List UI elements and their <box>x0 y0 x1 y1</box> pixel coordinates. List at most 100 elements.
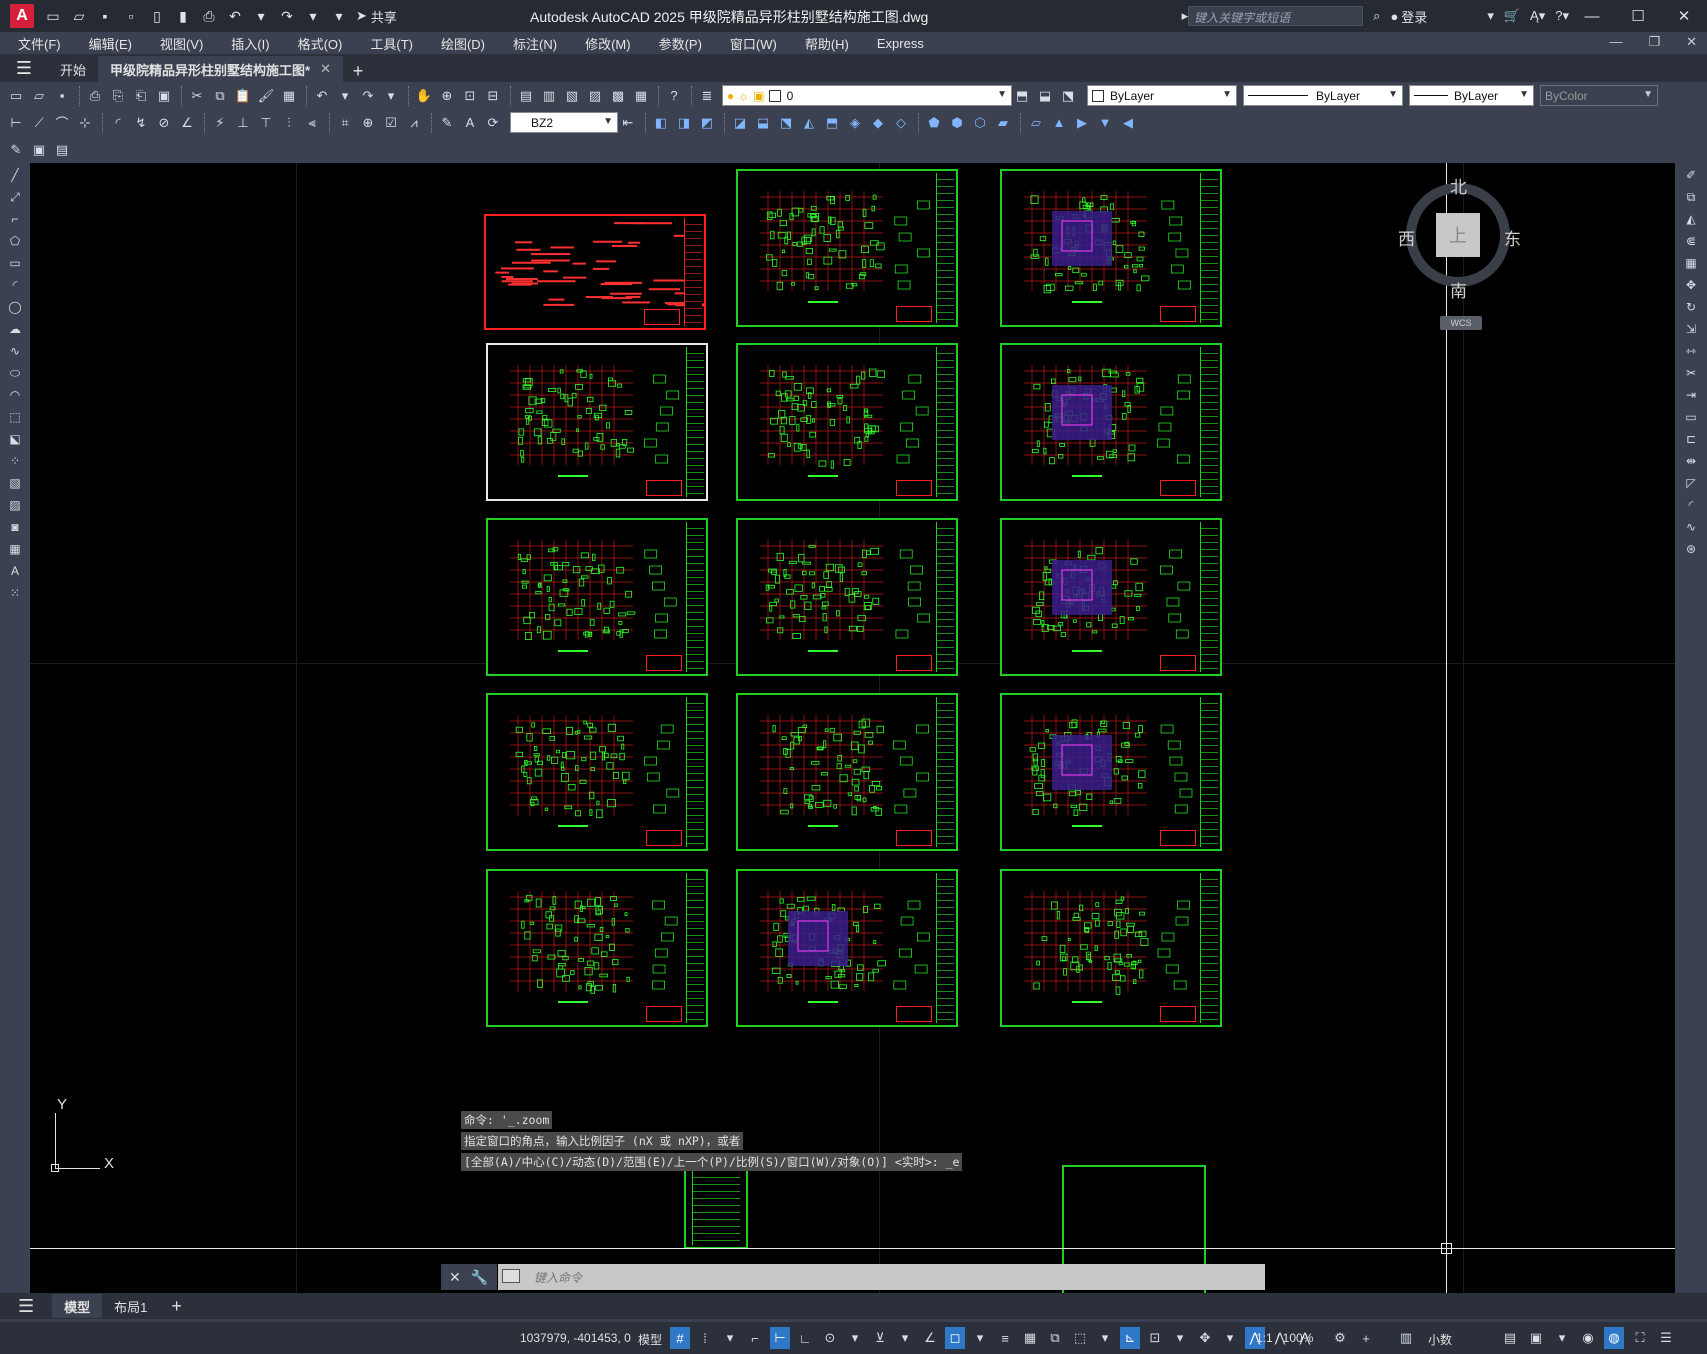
save-icon[interactable]: ▪ <box>94 5 116 27</box>
solid-edit-icon[interactable]: ▱ <box>1026 113 1046 133</box>
3d-sphere-icon[interactable]: ◪ <box>730 113 750 133</box>
tool-palettes-icon[interactable]: ▧ <box>562 86 582 106</box>
save-web-icon[interactable]: ▮ <box>172 5 194 27</box>
drawing-sheet[interactable] <box>484 214 706 330</box>
maximize-window-icon[interactable]: ☐ <box>1615 0 1661 32</box>
viewcube[interactable]: 上 北 南 西 东 WCS <box>1398 171 1521 330</box>
drawing-sheet[interactable] <box>736 869 958 1027</box>
plot-icon[interactable]: ⎙ <box>85 86 105 106</box>
viewcube-west[interactable]: 西 <box>1398 225 1415 250</box>
drawing-sheet[interactable] <box>1000 343 1222 501</box>
break-at-point-icon[interactable]: ▭ <box>1680 407 1702 427</box>
menu-dimension[interactable]: 标注(N) <box>513 34 557 53</box>
continue-dimension-icon[interactable]: ⊤ <box>256 113 276 133</box>
drawing-minimize-icon[interactable]: — <box>1609 34 1622 50</box>
undo-icon[interactable]: ↶ <box>312 86 332 106</box>
dimension-style-dropdown[interactable]: BZ2 ▼ <box>510 112 618 133</box>
circle-icon[interactable]: ◯ <box>4 297 26 317</box>
new-tab-icon[interactable]: + <box>343 61 373 82</box>
3d-pyramid-icon[interactable]: ◭ <box>799 113 819 133</box>
drawing-sheet[interactable] <box>736 343 958 501</box>
open-folder-icon[interactable]: ▱ <box>68 5 90 27</box>
multiline-text-icon[interactable]: A <box>4 561 26 581</box>
region-icon[interactable]: ◙ <box>4 517 26 537</box>
viewcube-south[interactable]: 南 <box>1450 277 1467 302</box>
plot-icon[interactable]: ⎙ <box>198 5 220 27</box>
3d-sweep-icon[interactable]: ◆ <box>868 113 888 133</box>
chamfer-icon[interactable]: ◸ <box>1680 473 1702 493</box>
drawing-sheet[interactable] <box>736 169 958 327</box>
redo-dropdown-icon[interactable]: ▾ <box>302 5 324 27</box>
center-mark-icon[interactable]: ⊕ <box>358 113 378 133</box>
menu-help[interactable]: 帮助(H) <box>805 34 849 53</box>
linetype-dropdown[interactable]: ByLayer ▼ <box>1243 85 1403 106</box>
drawing-restore-icon[interactable]: ❐ <box>1648 34 1660 50</box>
add-selected-icon[interactable]: ⁙ <box>4 583 26 603</box>
object-snap-dropdown-icon[interactable]: ▾ <box>970 1327 990 1349</box>
gizmo-dropdown-icon[interactable]: ▾ <box>1220 1327 1240 1349</box>
open-icon[interactable]: ▱ <box>29 86 49 106</box>
quick-properties-icon[interactable]: ▤ <box>1500 1327 1520 1349</box>
customization-icon[interactable]: ☰ <box>1656 1327 1676 1349</box>
line-icon[interactable]: ╱ <box>4 165 26 185</box>
3d-wedge-icon[interactable]: ◨ <box>674 113 694 133</box>
grid-icon[interactable]: # <box>670 1327 690 1349</box>
insert-block-icon[interactable]: ⬚ <box>4 407 26 427</box>
gizmo-icon[interactable]: ✥ <box>1195 1327 1215 1349</box>
trim-icon[interactable]: ✂ <box>1680 363 1702 383</box>
dimension-style-icon[interactable]: ⇤ <box>618 113 638 133</box>
radius-dimension-icon[interactable]: ◜ <box>108 113 128 133</box>
aligned-dimension-icon[interactable]: ⟋ <box>29 113 49 133</box>
make-block-icon[interactable]: ⬕ <box>4 429 26 449</box>
dimension-text-edit-icon[interactable]: A <box>460 113 480 133</box>
construction-line-icon[interactable]: ⤢ <box>4 187 26 207</box>
tolerance-icon[interactable]: ⌗ <box>335 113 355 133</box>
viewcube-east[interactable]: 东 <box>1504 225 1521 250</box>
drawing-sheet[interactable] <box>486 869 708 1027</box>
viewcube-top-face[interactable]: 上 <box>1436 213 1480 257</box>
menu-format[interactable]: 格式(O) <box>298 34 343 53</box>
polar-tracking-icon[interactable]: ⊙ <box>820 1327 840 1349</box>
save-as-icon[interactable]: ▫ <box>120 5 142 27</box>
explode-icon[interactable]: ⊛ <box>1680 539 1702 559</box>
selection-filter-icon[interactable]: ⊡ <box>1145 1327 1165 1349</box>
gradient-icon[interactable]: ▨ <box>4 495 26 515</box>
plotstyle-dropdown[interactable]: ByColor ▼ <box>1540 85 1658 106</box>
3d-revolve-icon[interactable]: ◈ <box>845 113 865 133</box>
close-window-icon[interactable]: ✕ <box>1661 0 1707 32</box>
scale-icon[interactable]: ⇲ <box>1680 319 1702 339</box>
layout-menu-icon[interactable]: ☰ <box>0 1294 52 1318</box>
point-icon[interactable]: ⁘ <box>4 451 26 471</box>
layer-dropdown[interactable]: ● ☼ ▣ 0 ▼ <box>722 85 1012 106</box>
ordinate-dimension-icon[interactable]: ⊹ <box>75 113 95 133</box>
linear-dimension-icon[interactable]: ⊢ <box>6 113 26 133</box>
hardware-acceleration-icon[interactable]: ◍ <box>1604 1327 1624 1349</box>
help-search-input[interactable]: 键入关键字或短语 <box>1188 6 1364 26</box>
login-dropdown-icon[interactable]: ▾ <box>1487 8 1494 24</box>
customize-qat-icon[interactable]: ▾ <box>328 5 350 27</box>
command-prompt-icon[interactable] <box>502 1269 520 1283</box>
add-layout-icon[interactable]: + <box>159 1294 194 1318</box>
arc-icon[interactable]: ◜ <box>4 275 26 295</box>
minimize-window-icon[interactable]: — <box>1569 0 1615 32</box>
menu-modify[interactable]: 修改(M) <box>585 34 631 53</box>
plot-preview-icon[interactable]: ⎘ <box>108 86 128 106</box>
clean-screen-icon[interactable]: ⛶ <box>1630 1327 1650 1349</box>
ellipse-arc-icon[interactable]: ◠ <box>4 385 26 405</box>
cart-icon[interactable]: 🛒 <box>1504 8 1520 24</box>
revision-cloud-icon[interactable]: ☁ <box>4 319 26 339</box>
copy-object-icon[interactable]: ⧉ <box>1680 187 1702 207</box>
drawing-close-icon[interactable]: ✕ <box>1686 34 1697 50</box>
undo-dropdown-icon[interactable]: ▾ <box>335 86 355 106</box>
cut-icon[interactable]: ✂ <box>187 86 207 106</box>
3d-torus-icon[interactable]: ⬔ <box>776 113 796 133</box>
share-button[interactable]: ➤ 共享 <box>356 7 397 26</box>
angular-dimension-icon[interactable]: ∠ <box>177 113 197 133</box>
annotation-scale-dropdown[interactable]: 1:1 / 100% <box>1256 1331 1313 1345</box>
new-file-icon[interactable]: ▭ <box>42 5 64 27</box>
paste-icon[interactable]: 📋 <box>233 86 253 106</box>
markup-icon[interactable]: ▩ <box>608 86 628 106</box>
isolate-objects-icon[interactable]: ◉ <box>1578 1327 1598 1349</box>
selection-filter-dropdown-icon[interactable]: ▾ <box>1170 1327 1190 1349</box>
transparency-icon[interactable]: ▦ <box>1020 1327 1040 1349</box>
